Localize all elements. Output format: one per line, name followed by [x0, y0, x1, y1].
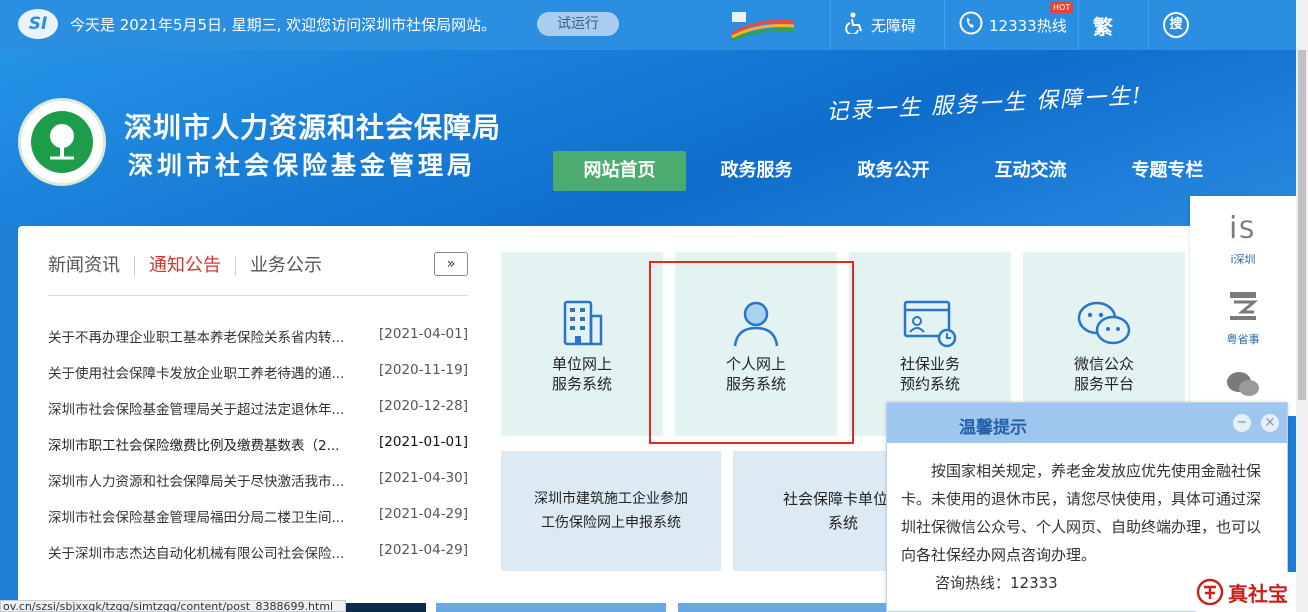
notice-list: 关于不再办理企业职工基本养老保险关系省内转... [2021-04-01] 关于使… [48, 326, 468, 578]
ishenzhen-icon: iS [1229, 211, 1254, 246]
tile-label-line1: 社保业务 [899, 355, 960, 373]
notice-title[interactable]: 深圳市人力资源和社会保障局关于尽快激活我市... [48, 470, 344, 506]
nav-interaction[interactable]: 互动交流 [964, 151, 1097, 191]
tile-label-line2: 预约系统 [899, 375, 960, 393]
highlight-box [649, 261, 854, 444]
side-item-ishenzhen[interactable]: iS i深圳 [1190, 208, 1296, 267]
dialog-header: 温馨提示 − × [887, 403, 1287, 443]
notice-date: [2021-04-01] [379, 326, 468, 342]
org-name-secondary: 深圳市社会保险基金管理局 [128, 151, 477, 180]
traditional-label: 繁 [1093, 14, 1113, 39]
side-quick-links: iS i深圳 粤省事 [1190, 196, 1296, 416]
tree-icon [31, 111, 93, 173]
watermark-logo-icon [1196, 578, 1224, 606]
notice-date: [2021-01-01] [379, 434, 468, 450]
watermark: 真社宝 [1196, 572, 1302, 612]
tile-label-line1: 社会保障卡单位预 [782, 490, 903, 508]
traditional-chinese-button[interactable]: 繁 [1078, 0, 1148, 50]
svg-text:i: i [1229, 211, 1237, 244]
site-header: 深圳市人力资源和社会保障局 深圳市社会保险基金管理局 记录一生 服务一生 保障一… [0, 50, 1296, 226]
notice-title[interactable]: 关于使用社会保障卡发放企业职工养老待遇的通... [48, 362, 344, 398]
tile-label-line1: 微信公众 [1073, 355, 1134, 373]
notice-date: [2021-04-29] [379, 542, 468, 558]
accessibility-link[interactable]: 无障碍 [830, 0, 934, 50]
scrollbar-thumb[interactable] [1298, 50, 1306, 400]
nav-home[interactable]: 网站首页 [553, 151, 686, 191]
hot-badge: HOT [1050, 2, 1074, 13]
shenzhen-city-logo[interactable] [728, 8, 798, 42]
dialog-body-text: 按国家相关规定，养老金发放应优先使用金融社保卡。未使用的退休市民，请您尽快使用，… [901, 462, 1262, 564]
slogan-text: 记录一生 服务一生 保障一生! [825, 83, 1144, 126]
tab-notices[interactable]: 通知公告 [149, 256, 236, 276]
list-item[interactable]: 深圳市人力资源和社会保障局关于尽快激活我市... [2021-04-30] [48, 470, 468, 506]
yueshengshi-icon [1230, 292, 1259, 320]
wheelchair-icon [845, 12, 865, 38]
tile-label-line2: 工伤保险网上申报系统 [541, 515, 681, 531]
accessibility-label: 无障碍 [871, 16, 917, 35]
news-divider [48, 295, 468, 296]
close-button[interactable]: × [1261, 414, 1279, 432]
org-name-primary: 深圳市人力资源和社会保障局 [124, 111, 502, 144]
side-item-yueshengshi[interactable]: 粤省事 [1190, 288, 1296, 347]
side-label: 粤省事 [1226, 333, 1260, 346]
tile-label-line2: 服务平台 [1073, 375, 1134, 393]
tab-news[interactable]: 新闻资讯 [48, 256, 135, 276]
tile-construction-injury-insurance[interactable]: 深圳市建筑施工企业参加 工伤保险网上申报系统 [501, 451, 721, 571]
list-item[interactable]: 深圳市社会保险基金管理局福田分局二楼卫生间... [2021-04-29] [48, 506, 468, 542]
trial-run-badge[interactable]: 试运行 [537, 12, 619, 36]
list-item[interactable]: 关于使用社会保障卡发放企业职工养老待遇的通... [2020-11-19] [48, 362, 468, 398]
list-item[interactable]: 关于深圳市志杰达自动化机械有限公司社会保险... [2021-04-29] [48, 542, 468, 578]
nav-gov-disclosure[interactable]: 政务公开 [827, 151, 960, 191]
tile-label-line2: 系统 [827, 514, 858, 532]
notice-title[interactable]: 关于不再办理企业职工基本养老保险关系省内转... [48, 326, 344, 362]
notice-date: [2021-04-30] [379, 470, 468, 486]
banner-strip [678, 603, 886, 612]
building-icon [563, 300, 603, 346]
phone-icon [959, 11, 983, 39]
more-button[interactable]: » [434, 252, 468, 276]
appointment-card-icon [903, 300, 957, 348]
notice-date: [2020-12-28] [379, 398, 468, 414]
hotline-label: 12333热线 [989, 16, 1067, 35]
nav-special-topics[interactable]: 专题专栏 [1101, 151, 1234, 191]
side-label: i深圳 [1230, 253, 1256, 266]
tile-label-line1: 深圳市建筑施工企业参加 [534, 491, 688, 507]
watermark-text: 真社宝 [1228, 581, 1288, 606]
news-panel: 新闻资讯 通知公告 业务公示 » 关于不再办理企业职工基本养老保险关系省内转..… [18, 226, 486, 612]
banner-strip-dark [346, 603, 426, 612]
svg-text:S: S [1239, 216, 1254, 244]
si-logo: SI [18, 9, 58, 39]
wechat-icon [1227, 372, 1259, 396]
welcome-date-text: 今天是 2021年5月5日, 星期三, 欢迎您访问深圳市社保局网站。 [70, 16, 497, 34]
notice-date: [2021-04-29] [379, 506, 468, 522]
notice-title[interactable]: 关于深圳市志杰达自动化机械有限公司社会保险... [48, 542, 344, 578]
wechat-icon [1077, 301, 1131, 345]
tile-label-line2: 服务系统 [551, 375, 612, 393]
notice-title[interactable]: 深圳市社会保险基金管理局福田分局二楼卫生间... [48, 506, 344, 542]
list-item[interactable]: 深圳市社会保险基金管理局关于超过法定退休年... [2020-12-28] [48, 398, 468, 434]
notice-title[interactable]: 深圳市职工社会保险缴费比例及缴费基数表（2... [48, 434, 339, 470]
search-icon: 搜 [1163, 12, 1189, 38]
search-button[interactable]: 搜 [1148, 0, 1228, 50]
top-bar: SI 今天是 2021年5月5日, 星期三, 欢迎您访问深圳市社保局网站。 试运… [0, 0, 1296, 50]
notice-title[interactable]: 深圳市社会保险基金管理局关于超过法定退休年... [48, 398, 344, 434]
nav-gov-services[interactable]: 政务服务 [690, 151, 823, 191]
banner-strip [436, 603, 666, 612]
tile-employer-online-service[interactable]: 单位网上 服务系统 [501, 252, 663, 436]
list-item[interactable]: 关于不再办理企业职工基本养老保险关系省内转... [2021-04-01] [48, 326, 468, 362]
list-item[interactable]: 深圳市职工社会保险缴费比例及缴费基数表（2... [2021-01-01] [48, 434, 468, 470]
tile-label-line1: 单位网上 [551, 355, 612, 373]
notice-date: [2020-11-19] [379, 362, 468, 378]
bureau-emblem-logo[interactable] [18, 98, 106, 186]
dialog-title: 温馨提示 [959, 418, 1027, 438]
side-item-wechat[interactable] [1190, 368, 1296, 401]
page-scrollbar[interactable] [1296, 0, 1308, 612]
browser-status-url: ov.cn/szsi/sbjxxgk/tzgg/simtzgg/content/… [0, 600, 346, 612]
main-nav: 网站首页 政务服务 政务公开 互动交流 专题专栏 [553, 151, 1238, 191]
minimize-button[interactable]: − [1233, 414, 1251, 432]
tab-business-publicity[interactable]: 业务公示 [250, 256, 336, 276]
news-tabs: 新闻资讯 通知公告 业务公示 [48, 256, 350, 276]
